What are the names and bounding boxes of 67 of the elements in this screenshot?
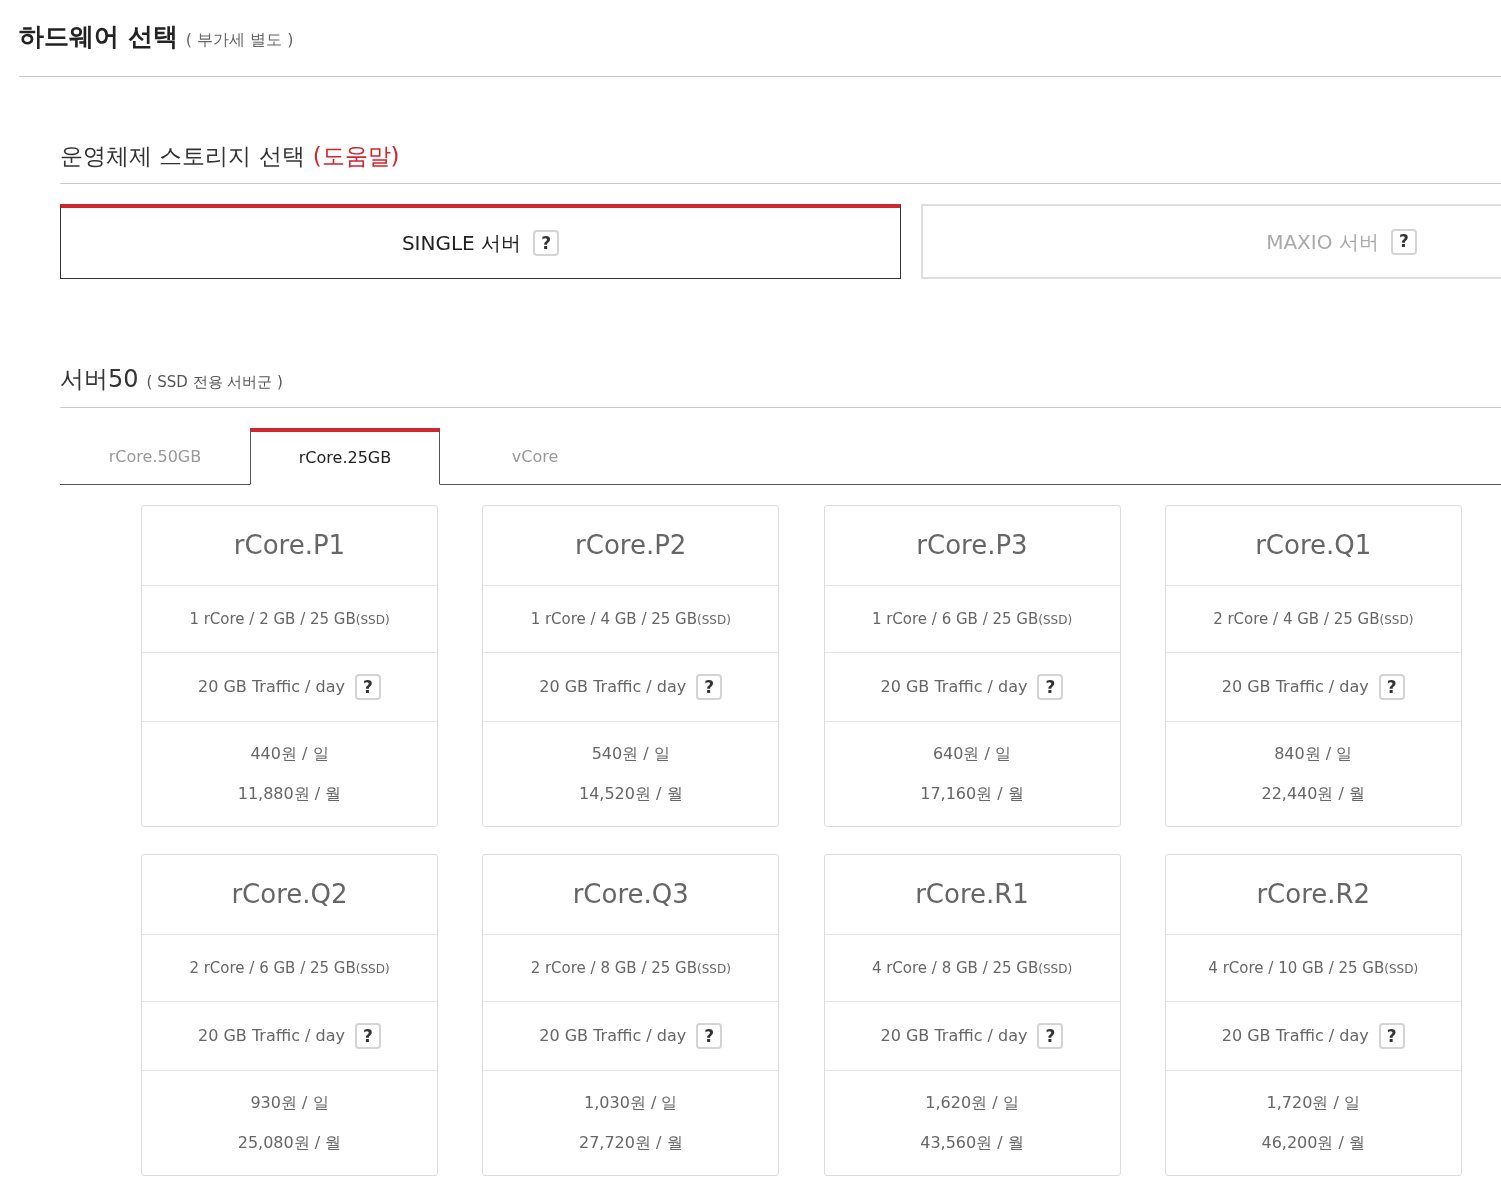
plan-card[interactable]: rCore.R1 4 rCore / 8 GB / 25 GB(SSD) 20 GB Traffic / day ? 1,620원 / 일 43,560원 / 월: [823, 854, 1121, 1176]
help-button[interactable]: ?: [355, 1023, 381, 1049]
plan-card[interactable]: rCore.P2 1 rCore / 4 GB / 25 GB(SSD) 20 GB Traffic / day ? 540원 / 일 14,520원 / 월: [482, 505, 780, 827]
plan-spec: 2 rCore / 8 GB / 25 GB(SSD): [530, 957, 731, 979]
plan-name: rCore.P1: [233, 529, 346, 562]
daily-price: 440원 / 일: [250, 743, 329, 765]
plan-card[interactable]: rCore.P1 1 rCore / 2 GB / 25 GB(SSD) 20 GB Traffic / day ? 440원 / 일 11,880원 / 월: [141, 505, 438, 827]
plan-spec: 4 rCore / 10 GB / 25 GB(SSD): [1208, 957, 1419, 979]
plan-name: rCore.P3: [916, 529, 1028, 562]
plan-name: rCore.Q3: [572, 878, 689, 911]
traffic-text: 20 GB Traffic / day: [880, 676, 1028, 698]
help-link[interactable]: (도움말): [312, 138, 400, 173]
traffic-text: 20 GB Traffic / day: [1221, 676, 1369, 698]
traffic-text: 20 GB Traffic / day: [1221, 1025, 1369, 1047]
traffic-text: 20 GB Traffic / day: [539, 1025, 687, 1047]
page-title: 하드웨어 선택: [19, 21, 178, 53]
daily-price: 1,030원 / 일: [584, 1092, 678, 1114]
plan-card[interactable]: rCore.Q3 2 rCore / 8 GB / 25 GB(SSD) 20 GB Traffic / day ? 1,030원 / 일 27,720원 / 월: [482, 854, 780, 1176]
vat-note: ( 부가세 별도 ): [185, 29, 294, 51]
traffic-text: 20 GB Traffic / day: [880, 1025, 1028, 1047]
help-button[interactable]: ?: [696, 674, 723, 700]
help-button[interactable]: ?: [1037, 674, 1064, 700]
traffic-text: 20 GB Traffic / day: [198, 1025, 345, 1047]
traffic-text: 20 GB Traffic / day: [198, 676, 345, 698]
monthly-price: 43,560원 / 월: [920, 1132, 1024, 1154]
plan-spec: 4 rCore / 8 GB / 25 GB(SSD): [871, 957, 1073, 979]
daily-price: 540원 / 일: [591, 743, 670, 765]
plan-name: rCore.R2: [1256, 878, 1371, 911]
daily-price: 840원 / 일: [1274, 743, 1353, 765]
monthly-price: 27,720원 / 월: [578, 1132, 683, 1154]
monthly-price: 25,080원 / 월: [237, 1132, 342, 1154]
plan-name: rCore.Q1: [1255, 529, 1372, 562]
group-note: ( SSD 전용 서버군 ): [146, 372, 283, 393]
group-title: 서버50: [60, 364, 139, 395]
plan-name: rCore.P2: [575, 529, 687, 562]
plan-spec: 2 rCore / 6 GB / 25 GB(SSD): [189, 957, 390, 979]
help-button[interactable]: ?: [1037, 1023, 1064, 1049]
help-button[interactable]: ?: [533, 230, 560, 256]
section-title: 운영체제 스토리지 선택: [60, 141, 305, 171]
help-button[interactable]: ?: [355, 674, 381, 700]
traffic-text: 20 GB Traffic / day: [539, 676, 687, 698]
plan-name: rCore.Q2: [231, 878, 348, 911]
monthly-price: 11,880원 / 월: [237, 783, 342, 805]
plan-spec: 2 rCore / 4 GB / 25 GB(SSD): [1213, 608, 1414, 630]
help-button[interactable]: ?: [1390, 228, 1417, 255]
plan-card[interactable]: rCore.R2 4 rCore / 10 GB / 25 GB(SSD) 20 GB Traffic / day ? 1,720원 / 일 46,200원 / 월: [1164, 854, 1462, 1176]
help-button[interactable]: ?: [1378, 1023, 1405, 1049]
plan-card[interactable]: rCore.P3 1 rCore / 6 GB / 25 GB(SSD) 20 GB Traffic / day ? 640원 / 일 17,160원 / 월: [823, 505, 1121, 827]
daily-price: 1,620원 / 일: [925, 1092, 1019, 1114]
daily-price: 930원 / 일: [250, 1092, 329, 1114]
monthly-price: 22,440원 / 월: [1261, 783, 1365, 805]
server-type-tab[interactable]: SINGLE 서버 ?: [60, 204, 901, 279]
monthly-price: 14,520원 / 월: [578, 783, 683, 805]
plan-card[interactable]: rCore.Q1 2 rCore / 4 GB / 25 GB(SSD) 20 GB Traffic / day ? 840원 / 일 22,440원 / 월: [1164, 505, 1462, 827]
monthly-price: 17,160원 / 월: [920, 783, 1024, 805]
plan-name: rCore.R1: [915, 878, 1029, 911]
plan-card[interactable]: rCore.Q2 2 rCore / 6 GB / 25 GB(SSD) 20 GB Traffic / day ? 930원 / 일 25,080원 / 월: [141, 854, 438, 1176]
daily-price: 640원 / 일: [932, 743, 1012, 765]
plan-spec: 1 rCore / 4 GB / 25 GB(SSD): [530, 608, 731, 630]
plan-tab[interactable]: rCore.25GB: [250, 428, 440, 485]
plan-spec: 1 rCore / 2 GB / 25 GB(SSD): [189, 608, 390, 630]
server-type-tab[interactable]: MAXIO 서버 ?: [921, 204, 1501, 279]
help-button[interactable]: ?: [696, 1023, 723, 1049]
plan-spec: 1 rCore / 6 GB / 25 GB(SSD): [871, 608, 1073, 630]
daily-price: 1,720원 / 일: [1266, 1092, 1360, 1114]
help-button[interactable]: ?: [1378, 674, 1405, 700]
monthly-price: 46,200원 / 월: [1261, 1132, 1365, 1154]
